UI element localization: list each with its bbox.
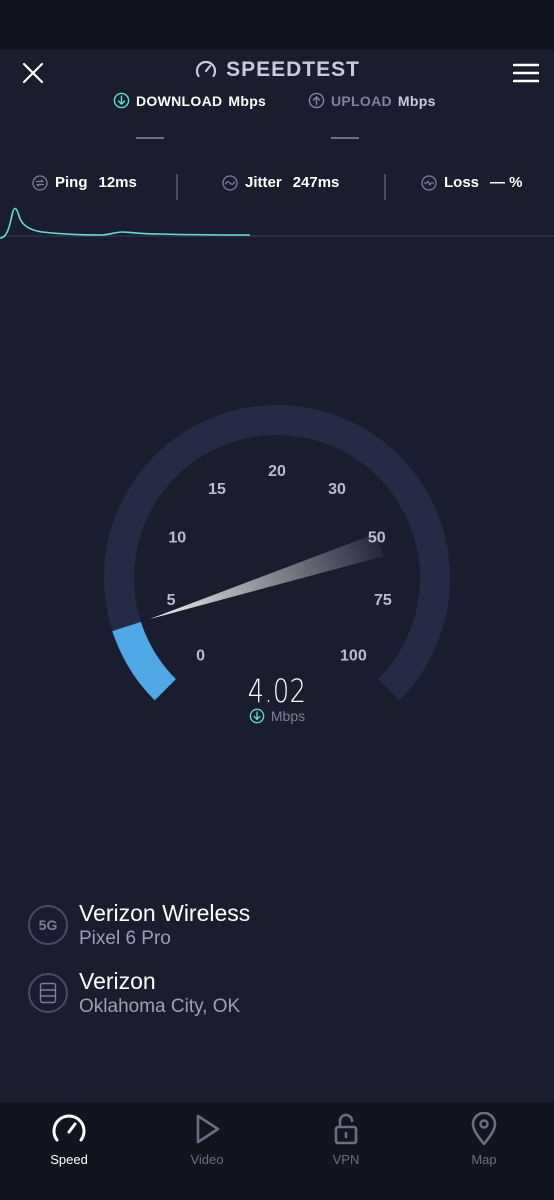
upload-value-placeholder xyxy=(331,137,359,139)
gauge-tick-label: 30 xyxy=(328,481,346,498)
speed-unit: Mbps xyxy=(270,708,306,724)
upload-metric: UPLOAD Mbps xyxy=(308,92,436,109)
nav-speed-label: Speed xyxy=(50,1152,88,1167)
provider-name: Verizon Wireless xyxy=(79,900,251,926)
provider-server[interactable]: Verizon Oklahoma City, OK xyxy=(28,967,240,1019)
loss-stat: Loss — % xyxy=(421,174,523,191)
app-title: SPEEDTEST xyxy=(226,58,360,81)
gauge-tick-label: 75 xyxy=(374,592,392,609)
speedometer-logo-icon xyxy=(195,60,217,78)
menu-button[interactable] xyxy=(506,58,546,88)
metric-tabs: DOWNLOAD Mbps UPLOAD Mbps xyxy=(0,92,554,116)
download-unit: Mbps xyxy=(228,92,267,109)
stats-divider xyxy=(176,174,178,200)
download-metric: DOWNLOAD Mbps xyxy=(113,92,266,109)
provider-isp[interactable]: 5G Verizon Wireless Pixel 6 Pro xyxy=(28,899,250,951)
gauge-tick-label: 20 xyxy=(268,463,286,480)
jitter-icon xyxy=(222,174,238,191)
download-arrow-icon xyxy=(249,708,265,724)
graph-line xyxy=(0,207,251,239)
loss-label: Loss xyxy=(444,174,480,191)
server-name: Verizon xyxy=(79,968,156,994)
upload-unit: Mbps xyxy=(397,92,436,109)
device-name: Pixel 6 Pro xyxy=(79,928,171,949)
jitter-stat: Jitter 247ms xyxy=(222,174,339,191)
gauge-track xyxy=(104,405,450,701)
gauge-tick-label: 0 xyxy=(196,647,205,664)
packet-loss-icon xyxy=(421,174,437,191)
speed-unit-row: Mbps xyxy=(0,708,554,724)
nav-map-label: Map xyxy=(471,1152,497,1167)
download-arrow-icon xyxy=(113,92,130,109)
speedometer-icon xyxy=(52,1114,86,1142)
speed-value: 4.02 xyxy=(247,672,307,710)
server-location: Oklahoma City, OK xyxy=(79,996,241,1017)
network-badge: 5G xyxy=(38,917,58,933)
ping-value: 12ms xyxy=(98,174,137,191)
nav-vpn-label: VPN xyxy=(332,1152,360,1167)
gauge-tick-label: 5 xyxy=(167,592,176,609)
speed-graph xyxy=(0,207,554,239)
jitter-label: Jitter xyxy=(245,174,282,191)
stats-row: Ping 12ms Jitter 247ms Loss — % xyxy=(0,170,554,202)
server-icon xyxy=(28,973,68,1013)
play-icon xyxy=(196,1114,220,1144)
gauge-tick-label: 100 xyxy=(340,647,367,664)
nav-video[interactable]: Video xyxy=(157,1112,257,1167)
hamburger-menu-icon xyxy=(513,63,539,83)
bottom-nav: Speed Video VPN Map xyxy=(0,1102,554,1200)
unlock-icon xyxy=(334,1113,358,1145)
ping-stat: Ping 12ms xyxy=(32,174,137,191)
upload-label: UPLOAD xyxy=(331,92,392,109)
5g-badge-icon: 5G xyxy=(28,905,68,945)
loss-value: — % xyxy=(490,174,523,191)
upload-arrow-icon xyxy=(308,92,325,109)
download-value-placeholder xyxy=(136,137,164,139)
nav-map[interactable]: Map xyxy=(434,1112,534,1167)
jitter-value: 247ms xyxy=(292,174,340,191)
ping-icon xyxy=(32,174,48,191)
brand: SPEEDTEST xyxy=(0,58,554,82)
nav-video-label: Video xyxy=(190,1152,224,1167)
ping-label: Ping xyxy=(55,174,88,191)
download-label: DOWNLOAD xyxy=(136,92,223,109)
server-stack-icon xyxy=(39,982,57,1004)
nav-vpn[interactable]: VPN xyxy=(296,1112,396,1167)
map-pin-icon xyxy=(471,1112,497,1146)
stats-divider xyxy=(384,174,386,200)
nav-speed[interactable]: Speed xyxy=(19,1112,119,1167)
gauge-tick-label: 10 xyxy=(168,530,186,547)
gauge-tick-label: 15 xyxy=(208,481,226,498)
status-bar xyxy=(0,0,554,50)
